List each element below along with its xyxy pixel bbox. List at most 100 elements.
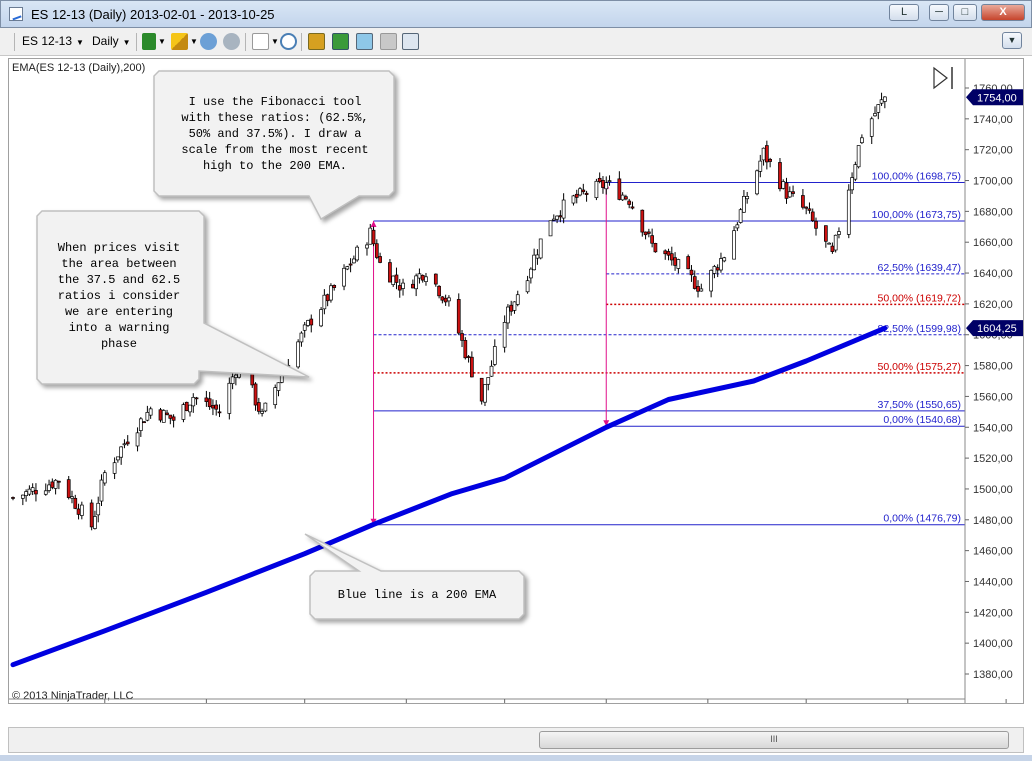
- candle-body: [309, 318, 314, 326]
- callout-bubble: [304, 533, 525, 620]
- candle-body: [764, 145, 769, 163]
- toolbar-separator: [136, 33, 137, 51]
- candle-body: [181, 404, 186, 420]
- candle-body: [443, 297, 448, 303]
- callout-fibonacci: I use the Fibonacci tool with these ratio…: [153, 70, 395, 221]
- fib-level-label: 100,00% (1698,75): [872, 170, 961, 182]
- pointer-icon[interactable]: [252, 33, 269, 50]
- candle-body: [512, 301, 517, 311]
- chevron-down-icon[interactable]: ▼: [190, 37, 198, 46]
- y-tick-label: 1720,00: [973, 145, 1013, 157]
- candle-body: [96, 502, 101, 516]
- candle-body: [211, 405, 215, 409]
- candle-body: [846, 189, 851, 235]
- minimize-button[interactable]: ─: [929, 4, 949, 21]
- candle-body: [76, 508, 81, 515]
- candle-body: [168, 414, 173, 419]
- zoom-icon[interactable]: [280, 33, 297, 50]
- toolbar-separator: [301, 33, 302, 51]
- candle-body: [306, 320, 310, 326]
- candle-body: [391, 275, 396, 285]
- candle-body: [814, 220, 818, 229]
- toolbar-menu-dropdown[interactable]: ▼: [1002, 32, 1022, 49]
- candle-body: [489, 365, 494, 377]
- candle-body: [673, 257, 677, 266]
- candle-body: [669, 253, 674, 261]
- chevron-down-icon[interactable]: ▼: [158, 37, 166, 46]
- candle-body: [627, 200, 632, 205]
- candle-body: [630, 206, 635, 209]
- chevron-down-icon[interactable]: ▼: [271, 37, 279, 46]
- indicators-icon[interactable]: [332, 33, 349, 50]
- candle-body: [20, 494, 25, 499]
- scrollbar-thumb[interactable]: III: [539, 731, 1009, 749]
- y-tick-label: 1440,00: [973, 576, 1013, 588]
- maximize-button[interactable]: □: [953, 4, 977, 21]
- global-crosshair-icon[interactable]: [223, 33, 240, 50]
- candle-body: [332, 284, 337, 288]
- chart-panel[interactable]: EMA(ES 12-13 (Daily),200) © 2013 NinjaTr…: [8, 58, 1024, 722]
- pencil-draw-icon[interactable]: [171, 33, 188, 50]
- candle-body: [296, 341, 301, 368]
- indicator-label: EMA(ES 12-13 (Daily),200): [12, 62, 145, 74]
- candle-body: [502, 322, 507, 348]
- close-button[interactable]: X: [981, 4, 1025, 21]
- candle-body: [230, 376, 235, 384]
- candle-body: [876, 104, 881, 113]
- candle-body: [319, 309, 323, 327]
- candle-body: [417, 273, 422, 279]
- candle-body: [299, 332, 304, 343]
- candle-body: [43, 490, 48, 495]
- candle-body: [191, 397, 196, 407]
- candle-body: [860, 137, 864, 144]
- link-button[interactable]: L: [889, 4, 919, 21]
- fib-level-label: 0,00% (1540,68): [883, 414, 961, 426]
- horizontal-scrollbar[interactable]: III: [8, 727, 1024, 753]
- candle-body: [34, 490, 38, 495]
- candle-body: [378, 256, 382, 263]
- candle-body: [368, 227, 373, 245]
- properties-icon[interactable]: [402, 33, 419, 50]
- candle-body: [735, 224, 740, 229]
- instrument-selector[interactable]: ES 12-13 ▼: [22, 34, 84, 48]
- candle-body: [574, 193, 579, 198]
- candle-body: [719, 258, 723, 271]
- candle-body: [882, 96, 887, 102]
- candle-body: [873, 113, 877, 117]
- candle-body: [158, 409, 163, 421]
- y-tick-label: 1620,00: [973, 299, 1013, 311]
- candle-body: [53, 479, 58, 489]
- dollar-icon[interactable]: [380, 33, 397, 50]
- candle-body: [604, 182, 609, 190]
- candle-body: [433, 273, 438, 285]
- candle-body: [715, 267, 720, 271]
- price-chart[interactable]: EMA(ES 12-13 (Daily),200) © 2013 NinjaTr…: [9, 59, 1023, 722]
- candle-body: [263, 402, 268, 412]
- data-box-icon[interactable]: [308, 33, 325, 50]
- candle-body: [184, 401, 189, 412]
- candle-body: [355, 246, 359, 261]
- candle-body: [414, 275, 418, 290]
- candle-body: [260, 411, 264, 414]
- candle-body: [781, 181, 786, 189]
- strategies-icon[interactable]: [356, 33, 373, 50]
- candle-body: [558, 215, 563, 218]
- candle-body: [801, 195, 805, 208]
- end-of-data-icon[interactable]: [933, 66, 953, 90]
- chevron-down-icon: ▼: [76, 38, 84, 47]
- period-selector[interactable]: Daily ▼: [92, 34, 131, 48]
- candle-body: [374, 243, 379, 258]
- candle-body: [27, 488, 32, 495]
- candle-body: [401, 282, 405, 289]
- candle-body: [837, 231, 841, 235]
- candle-body: [73, 497, 78, 509]
- candle-body: [470, 356, 474, 378]
- candle-body: [620, 194, 625, 201]
- candle-body: [276, 382, 281, 391]
- candle-body: [617, 178, 622, 200]
- candle-body: [640, 209, 645, 233]
- bar-type-icon[interactable]: [142, 33, 156, 50]
- candle-body: [165, 412, 169, 415]
- crosshair-icon[interactable]: [200, 33, 217, 50]
- callout-text: I use the Fibonacci tool with these ratio…: [181, 95, 368, 173]
